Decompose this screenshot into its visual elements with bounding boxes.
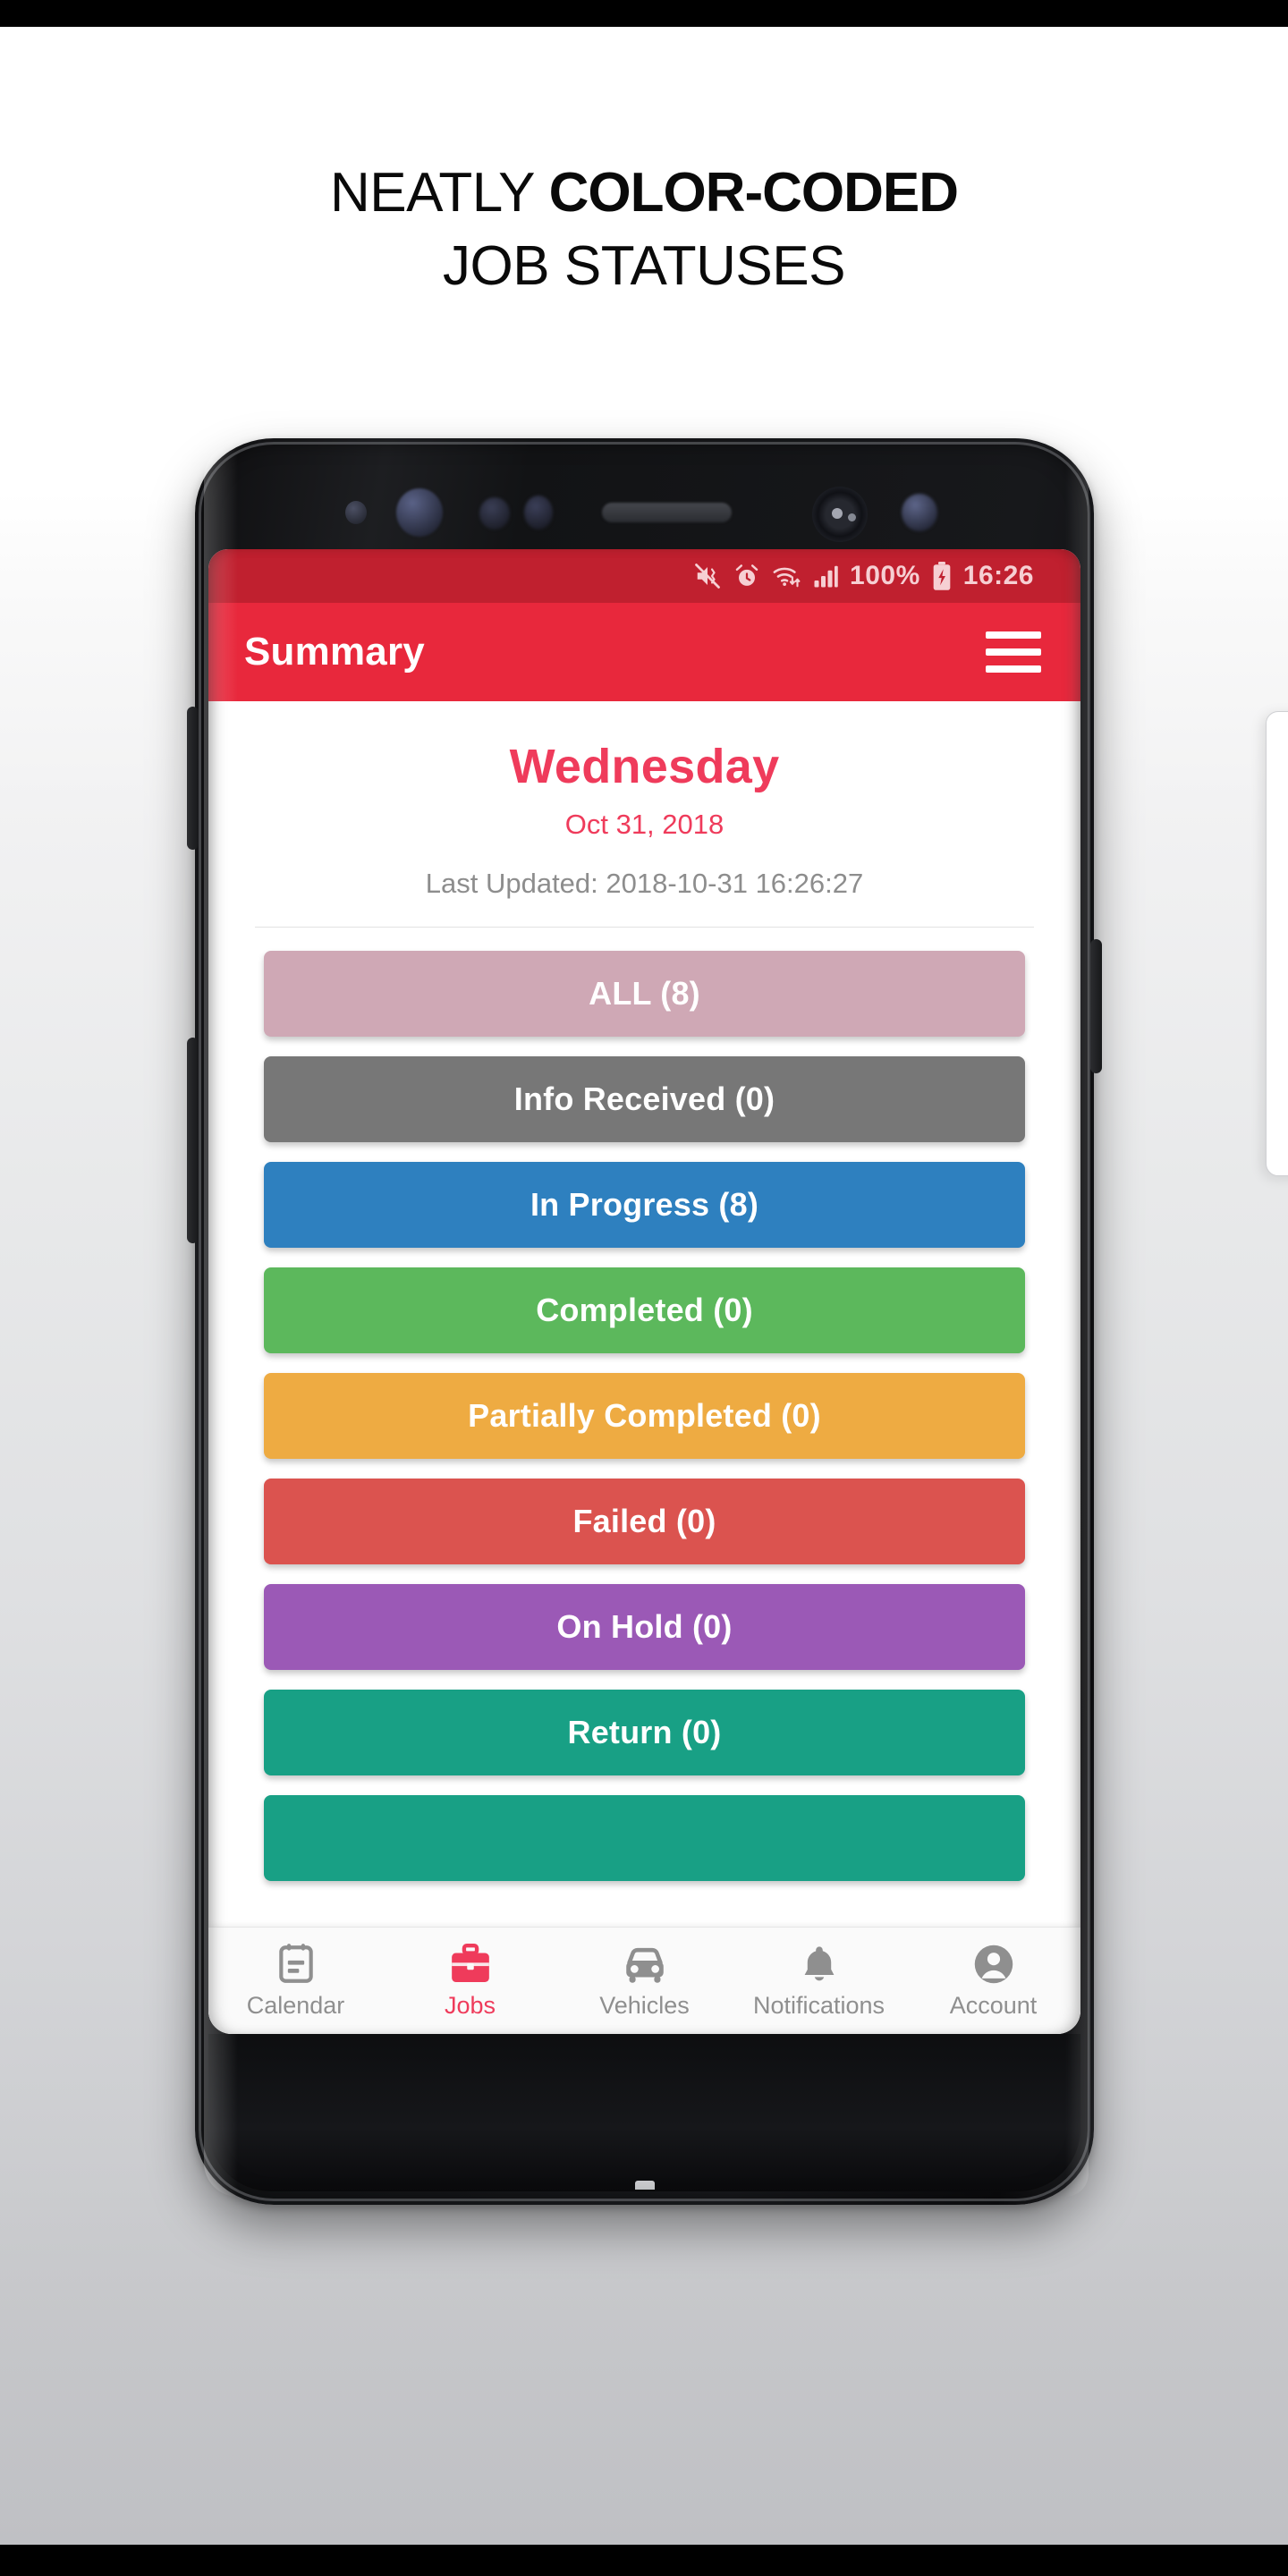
hamburger-line bbox=[986, 631, 1041, 639]
promo-headline: NEATLY COLOR-CODED JOB STATUSES bbox=[0, 165, 1288, 294]
sensor-cluster bbox=[195, 463, 1094, 549]
day-label: Wednesday bbox=[509, 740, 780, 793]
alarm-icon bbox=[733, 563, 760, 589]
date-label: Oct 31, 2018 bbox=[564, 809, 724, 840]
page-stage: NEATLY COLOR-CODED JOB STATUSES 100% 16:… bbox=[0, 0, 1288, 2576]
nav-label: Vehicles bbox=[599, 1992, 690, 2019]
bixby-button[interactable] bbox=[187, 707, 199, 850]
app-bar: Summary bbox=[208, 603, 1080, 701]
nav-item-jobs[interactable]: Jobs bbox=[383, 1942, 557, 2020]
headline-bold: COLOR-CODED bbox=[548, 162, 959, 224]
proximity-sensor-icon bbox=[345, 501, 367, 524]
aux-sensor-icon bbox=[902, 494, 937, 531]
last-updated-label: Last Updated: 2018-10-31 16:26:27 bbox=[425, 868, 864, 899]
nav-item-notifications[interactable]: Notifications bbox=[732, 1942, 906, 2020]
chin-notch-icon bbox=[634, 2181, 655, 2190]
phone-mockup: 100% 16:26 Summary Wednesday Oct 31, 201… bbox=[187, 438, 1102, 2205]
headline-line-1: NEATLY COLOR-CODED bbox=[0, 165, 1288, 221]
status-in-progress[interactable]: In Progress (8) bbox=[264, 1162, 1025, 1248]
led-indicator-icon bbox=[524, 496, 553, 530]
status-next-partial[interactable] bbox=[264, 1795, 1025, 1881]
letterbox-bottom bbox=[0, 2545, 1288, 2576]
briefcase-icon bbox=[448, 1942, 493, 1987]
iris-scanner-icon bbox=[396, 488, 443, 537]
status-partially-completed[interactable]: Partially Completed (0) bbox=[264, 1373, 1025, 1459]
status-on-hold[interactable]: On Hold (0) bbox=[264, 1584, 1025, 1670]
volume-button[interactable] bbox=[187, 1038, 199, 1243]
calendar-icon bbox=[274, 1942, 318, 1987]
hamburger-line bbox=[986, 648, 1041, 656]
nav-label: Notifications bbox=[752, 1992, 886, 2019]
light-sensor-icon bbox=[479, 497, 510, 530]
nav-item-calendar[interactable]: Calendar bbox=[208, 1942, 383, 2020]
bottom-navigation-bar: Calendar Jobs Vehicles Notifications Account bbox=[208, 1927, 1080, 2034]
nav-label: Account bbox=[949, 1992, 1038, 2019]
phone-chin bbox=[208, 2034, 1080, 2191]
status-return[interactable]: Return (0) bbox=[264, 1690, 1025, 1775]
nav-item-account[interactable]: Account bbox=[906, 1942, 1080, 2020]
hamburger-line bbox=[986, 665, 1041, 673]
nav-label: Calendar bbox=[246, 1992, 345, 2019]
car-icon bbox=[621, 1942, 669, 1987]
nav-item-vehicles[interactable]: Vehicles bbox=[557, 1942, 732, 2020]
battery-charging-icon bbox=[931, 562, 953, 590]
status-all[interactable]: ALL (8) bbox=[264, 951, 1025, 1037]
headline-line-2: JOB STATUSES bbox=[443, 235, 845, 297]
page-title: Summary bbox=[244, 630, 425, 674]
status-failed[interactable]: Failed (0) bbox=[264, 1479, 1025, 1564]
letterbox-top bbox=[0, 0, 1288, 27]
person-icon bbox=[971, 1942, 1016, 1987]
bell-icon bbox=[798, 1942, 841, 1987]
status-button-list: ALL (8) Info Received (0) In Progress (8) C… bbox=[208, 928, 1080, 1881]
summary-content: Wednesday Oct 31, 2018 Last Updated: 201… bbox=[208, 701, 1080, 2034]
clock-label: 16:26 bbox=[962, 561, 1034, 590]
carousel-peek-card[interactable] bbox=[1266, 711, 1288, 1176]
battery-percent-label: 100% bbox=[850, 561, 920, 590]
nav-label: Jobs bbox=[444, 1992, 496, 2019]
camera-highlight-secondary-icon bbox=[848, 513, 856, 521]
status-info-received[interactable]: Info Received (0) bbox=[264, 1056, 1025, 1142]
phone-screen: 100% 16:26 Summary Wednesday Oct 31, 201… bbox=[208, 549, 1080, 2034]
wifi-icon bbox=[771, 563, 801, 589]
earpiece-speaker-icon bbox=[602, 503, 732, 522]
power-button[interactable] bbox=[1090, 939, 1102, 1073]
status-completed[interactable]: Completed (0) bbox=[264, 1267, 1025, 1353]
camera-highlight-icon bbox=[832, 508, 843, 519]
signal-bars-icon bbox=[812, 563, 839, 589]
headline-light: NEATLY bbox=[329, 162, 549, 224]
android-status-bar: 100% 16:26 bbox=[208, 549, 1080, 603]
mute-vibrate-icon bbox=[692, 563, 723, 589]
hamburger-menu-icon[interactable] bbox=[986, 631, 1041, 673]
